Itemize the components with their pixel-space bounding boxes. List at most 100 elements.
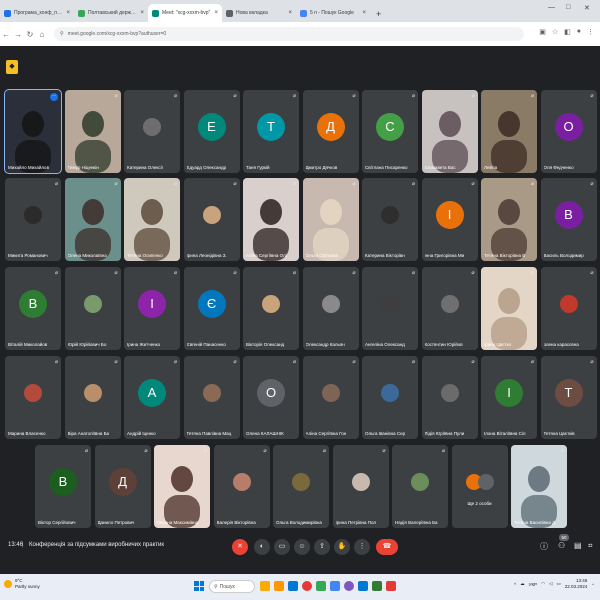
notifications-icon[interactable]: ◔	[591, 582, 594, 587]
taskbar-app-icon[interactable]	[330, 581, 340, 591]
participant-tile[interactable]: О ⌀ Олена КАЛАШНІК	[243, 356, 299, 439]
participant-tile[interactable]: Т ⌀ Таня Гуркій	[243, 90, 299, 173]
chat-icon[interactable]: ▤	[574, 541, 582, 550]
participant-tile[interactable]: ⌀ Валерія Вікторівна	[213, 445, 270, 528]
tray-chevron-icon[interactable]: ^	[514, 582, 516, 587]
activities-icon[interactable]: ◆	[6, 60, 18, 74]
meeting-info-icon[interactable]: ⓘ	[540, 541, 548, 552]
browser-tab[interactable]: 5 п - Пошук Google ×	[296, 4, 370, 22]
participant-tile[interactable]: І ⌀ Інна Григорівна Ми	[421, 178, 478, 261]
participant-tile[interactable]: ⌀ Юрій Юрійович Бо	[64, 267, 121, 350]
participant-tile[interactable]: ⌀ Ірина Петрівна Пол	[332, 445, 389, 528]
participant-tile[interactable]: ⌀ Катерина Вікторівн	[362, 178, 418, 261]
participant-tile[interactable]: ⌀ Віра Анатоліївна Ба	[64, 356, 121, 439]
tab-close-icon[interactable]: ×	[362, 10, 366, 16]
participant-tile[interactable]: С ⌀ Світлана Писаренко	[362, 90, 418, 173]
participant-tile[interactable]: ⌀ Марина Власенко	[5, 356, 61, 439]
participant-tile[interactable]: Д ⌀ Дмитро Дячков	[302, 90, 359, 173]
forward-icon[interactable]: →	[12, 30, 24, 39]
participant-tile[interactable]: ⌀ Тетяна Павлівна Мац	[183, 356, 240, 439]
taskbar-app-icon[interactable]	[302, 581, 312, 591]
participant-tile[interactable]: ⌀ Ольга Володимирівна	[273, 445, 329, 528]
mic-off-icon[interactable]: ✕	[232, 539, 248, 555]
tab-close-icon[interactable]: ×	[140, 10, 144, 16]
taskbar-date[interactable]: 22.03.2024	[565, 584, 588, 590]
tab-close-icon[interactable]: ×	[288, 10, 292, 16]
participant-tile[interactable]: В ⌀ Василь Володимир	[540, 178, 597, 261]
captions-icon[interactable]: ▭	[274, 539, 290, 555]
taskbar-app-icon[interactable]	[386, 581, 396, 591]
participant-tile[interactable]: ⌀ Лідія Юріївна Пули	[421, 356, 478, 439]
activities-menu-icon[interactable]: ⌗	[588, 541, 593, 551]
extensions-icon[interactable]: ◧	[564, 28, 571, 36]
wifi-icon[interactable]: ◠	[541, 581, 545, 587]
minimize-icon[interactable]: —	[548, 4, 555, 11]
participant-tile[interactable]: ⌀ Тетяна Василівна Д	[511, 445, 567, 528]
participant-tile[interactable]: ⌀ Надія Валеріївна Ба	[392, 445, 448, 528]
participant-tile[interactable]: ⌀ Лейла	[481, 90, 537, 173]
maximize-icon[interactable]: □	[566, 4, 570, 11]
taskbar-app-icon[interactable]	[344, 581, 354, 591]
tab-close-icon[interactable]: ×	[66, 10, 70, 16]
close-window-icon[interactable]: ✕	[584, 4, 590, 12]
participant-tile[interactable]: ⌀ Аліна Сергіївна Олі	[243, 178, 299, 261]
language-indicator[interactable]: УКР	[529, 582, 537, 587]
browser-tab[interactable]: Meet: "xcg-xxxm-bvp" ×	[148, 4, 222, 22]
participant-tile[interactable]: Т ⌀ Тетяна Цвєтків	[540, 356, 597, 439]
participant-tile[interactable]: ⌀ олена карасєвна	[540, 267, 597, 350]
participant-tile[interactable]: Д ⌀ Данило Петрович	[94, 445, 151, 528]
browser-menu-icon[interactable]: ⋮	[587, 28, 594, 36]
participant-tile[interactable]: ⌀ Ірина Леонідівна З.	[183, 178, 240, 261]
taskbar-app-icon[interactable]	[274, 581, 284, 591]
participant-tile[interactable]: ⌀ Ірина Цвєтко	[481, 267, 537, 350]
bookmark-star-icon[interactable]: ☆	[552, 28, 558, 36]
leave-call-icon[interactable]: ☎	[376, 539, 398, 555]
participant-tile[interactable]: ⌀ Єлизавета Вас	[421, 90, 478, 173]
participant-tile[interactable]: ⌀ Оксана Максимівна	[154, 445, 210, 528]
people-icon[interactable]: ⚇	[558, 541, 565, 550]
cloud-icon[interactable]: ☁	[520, 581, 525, 587]
taskbar-app-icon[interactable]	[358, 581, 368, 591]
participant-tile[interactable]: О ⌀ Оля Федченко	[540, 90, 597, 173]
home-icon[interactable]: ⌂	[36, 30, 48, 39]
reload-icon[interactable]: ↻	[24, 30, 36, 39]
participant-tile[interactable]: А ⌀ Андрій Іценко	[124, 356, 180, 439]
participant-tile[interactable]: ⌀ Олена Миколаївна	[64, 178, 121, 261]
taskbar-app-icon[interactable]	[372, 581, 382, 591]
participant-tile[interactable]: ⌀ Ангеліна Олександ	[362, 267, 418, 350]
participant-tile[interactable]: ⌀ Тимур Ніценкін	[64, 90, 121, 173]
participant-tile[interactable]: ⌀ Ольга Світлана	[302, 178, 359, 261]
tab-close-icon[interactable]: ×	[214, 10, 218, 16]
site-info-icon[interactable]: ⚲	[60, 31, 64, 37]
participant-tile[interactable]: ⌀ Микита Романович	[5, 178, 61, 261]
taskbar-app-icon[interactable]	[260, 581, 270, 591]
taskbar-search[interactable]: ⚲ Пошук	[209, 580, 255, 593]
volume-icon[interactable]: ◁	[549, 581, 552, 587]
participant-tile[interactable]: І ⌀ Ірина Житченко	[124, 267, 180, 350]
weather-widget[interactable]: 9°C Partly sunny	[4, 578, 40, 590]
participant-tile[interactable]: Е ⌀ Едуард Олександр	[183, 90, 240, 173]
camera-icon[interactable]: ◐	[254, 539, 270, 555]
battery-icon[interactable]: ▭	[556, 581, 560, 587]
participant-tile[interactable]: ⌀ Тетяна Вікторівна В	[481, 178, 537, 261]
participant-tile[interactable]: Є ⌀ Євгеній Панасенко	[183, 267, 240, 350]
participant-tile[interactable]: ⌀ Аліна Сергіївна Гон	[302, 356, 359, 439]
taskbar-app-icon[interactable]	[316, 581, 326, 591]
participant-tile[interactable]: ⌀ Вікторія Олександ	[243, 267, 299, 350]
browser-tab[interactable]: Програма_конф_практ_2024.d×	[0, 4, 74, 22]
browser-tab[interactable]: Полтавський державний агр×	[74, 4, 148, 22]
windows-start-icon[interactable]	[194, 581, 204, 591]
participant-tile[interactable]: ⌀ Тетяна Осипенко	[124, 178, 180, 261]
participant-tile[interactable]: ⌀ Ольга Іванівна Сер	[362, 356, 418, 439]
participant-tile[interactable]: ⌀ Олександр Кальян	[302, 267, 359, 350]
raise-hand-icon[interactable]: ✋	[334, 539, 350, 555]
tile-more-options-icon[interactable]: ⋯	[50, 93, 58, 101]
browser-tab[interactable]: Нова вкладка ×	[222, 4, 296, 22]
back-icon[interactable]: ←	[0, 30, 12, 39]
participant-tile[interactable]: В ⌀ Віктор Сергійович	[35, 445, 91, 528]
new-tab-button[interactable]: +	[376, 9, 381, 19]
participant-tile[interactable]: ⌀ Катерина Олексії	[124, 90, 180, 173]
camera-in-use-icon[interactable]: ▣	[539, 28, 546, 36]
participant-tile[interactable]: ⌀ Костянтин Юрійов	[421, 267, 478, 350]
participant-tile[interactable]: Ще 2 особи	[451, 445, 508, 528]
